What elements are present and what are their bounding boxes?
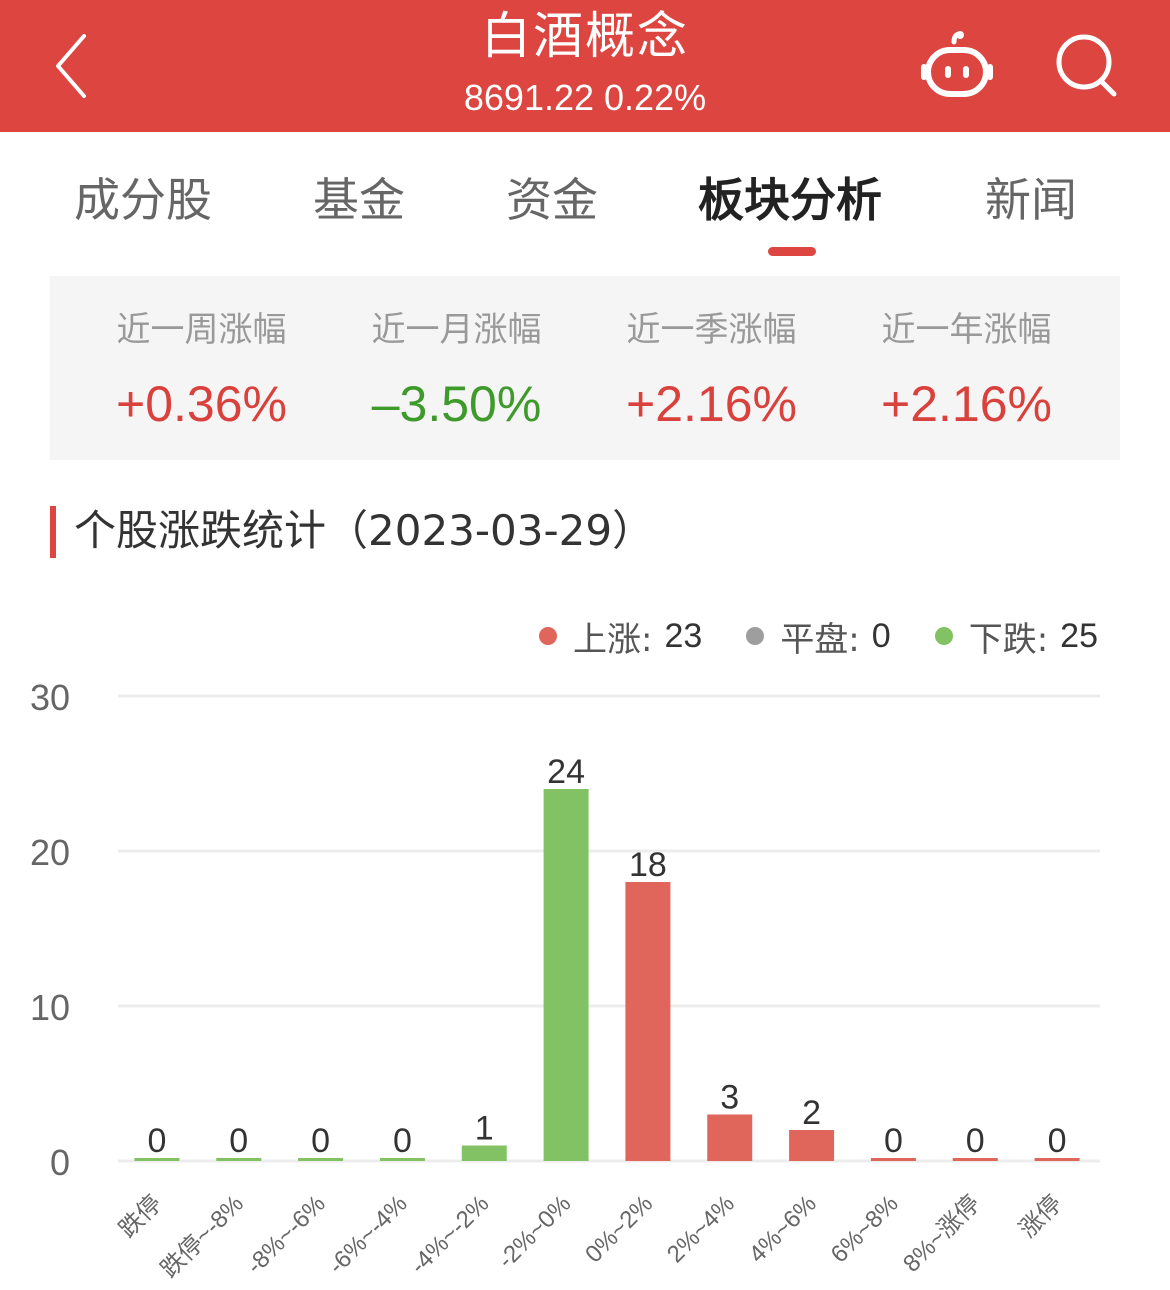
y-tick-label: 30 bbox=[30, 677, 70, 718]
bar-value-label: 0 bbox=[311, 1122, 330, 1160]
perf-week-value: +0.36% bbox=[116, 376, 287, 432]
bar[interactable] bbox=[789, 1130, 835, 1161]
tab-bar: 成分股 基金 资金 板块分析 新闻 bbox=[0, 140, 1170, 260]
chart-legend: 上涨: 23 平盘: 0 下跌: 25 bbox=[495, 612, 1098, 660]
perf-year: 近一年涨幅 +2.16% bbox=[839, 276, 1094, 460]
perf-quarter-value: +2.16% bbox=[626, 376, 797, 432]
search-button[interactable] bbox=[1052, 32, 1122, 98]
x-tick-label: 0%~2% bbox=[580, 1190, 658, 1268]
bar-value-label: 24 bbox=[547, 753, 585, 791]
x-tick-label: 8%~涨停 bbox=[898, 1190, 985, 1277]
performance-summary: 近一周涨幅 +0.36% 近一月涨幅 –3.50% 近一季涨幅 +2.16% 近… bbox=[50, 276, 1120, 460]
tab-constituents[interactable]: 成分股 bbox=[74, 170, 212, 230]
legend-down-label: 下跌: bbox=[968, 619, 1049, 660]
bar-value-label: 2 bbox=[802, 1094, 821, 1132]
perf-quarter-label: 近一季涨幅 bbox=[626, 310, 797, 350]
x-tick-label: 跌停 bbox=[114, 1190, 167, 1243]
legend-flat[interactable]: 平盘: 0 bbox=[746, 612, 891, 661]
section-title: 个股涨跌统计（2023-03-29） bbox=[74, 506, 655, 555]
bar-value-label: 18 bbox=[629, 846, 667, 884]
perf-month: 近一月涨幅 –3.50% bbox=[329, 276, 584, 460]
bar[interactable] bbox=[625, 882, 671, 1161]
bar-value-label: 0 bbox=[884, 1122, 903, 1160]
search-icon bbox=[1056, 34, 1117, 97]
legend-flat-value: 0 bbox=[871, 616, 891, 655]
tab-funds[interactable]: 基金 bbox=[313, 170, 405, 230]
legend-down-dot-icon bbox=[934, 627, 953, 645]
perf-month-value: –3.50% bbox=[371, 376, 542, 432]
bar-value-label: 3 bbox=[720, 1079, 739, 1117]
x-tick-label: -4%~-2% bbox=[405, 1190, 494, 1279]
bar-value-label: 1 bbox=[475, 1110, 494, 1148]
x-tick-label: -2%~0% bbox=[493, 1190, 577, 1274]
tab-sector-analysis[interactable]: 板块分析 bbox=[698, 170, 882, 230]
legend-up-dot-icon bbox=[539, 627, 558, 645]
x-tick-label: 4%~6% bbox=[744, 1190, 822, 1268]
bar-value-label: 0 bbox=[393, 1122, 412, 1160]
legend-up-value: 23 bbox=[664, 616, 703, 655]
perf-quarter: 近一季涨幅 +2.16% bbox=[584, 276, 839, 460]
tab-capital-flow[interactable]: 资金 bbox=[506, 170, 598, 230]
distribution-bar-chart: 01020300跌停0跌停~-8%0-8%~-6%0-6%~-4%1-4%~-2… bbox=[30, 677, 1100, 1283]
y-tick-label: 10 bbox=[30, 987, 70, 1028]
robot-assistant-button[interactable] bbox=[918, 30, 996, 100]
bar[interactable] bbox=[543, 789, 589, 1161]
x-tick-label: 跌停~-8% bbox=[156, 1190, 249, 1283]
section-accent-bar bbox=[50, 506, 56, 558]
bar[interactable] bbox=[707, 1114, 753, 1162]
active-tab-indicator bbox=[768, 247, 816, 256]
x-tick-label: 涨停 bbox=[1014, 1190, 1067, 1243]
bar-value-label: 0 bbox=[1048, 1122, 1067, 1160]
legend-down[interactable]: 下跌: 25 bbox=[934, 612, 1098, 661]
header-bar: 白酒概念 8691.22 0.22% bbox=[0, 0, 1170, 132]
bar-value-label: 0 bbox=[229, 1122, 248, 1160]
x-tick-label: -6%~-4% bbox=[323, 1190, 412, 1279]
x-tick-label: 2%~4% bbox=[662, 1190, 740, 1268]
perf-week: 近一周涨幅 +0.36% bbox=[74, 276, 329, 460]
x-tick-label: -8%~-6% bbox=[241, 1190, 330, 1279]
legend-flat-dot-icon bbox=[746, 627, 765, 645]
robot-assistant-icon bbox=[921, 31, 993, 97]
bar[interactable] bbox=[461, 1145, 507, 1162]
x-tick-label: 6%~8% bbox=[826, 1190, 904, 1268]
tab-news[interactable]: 新闻 bbox=[985, 170, 1077, 230]
legend-down-value: 25 bbox=[1060, 616, 1098, 655]
y-tick-label: 0 bbox=[50, 1142, 70, 1183]
legend-flat-label: 平盘: bbox=[780, 619, 860, 660]
y-tick-label: 20 bbox=[30, 832, 70, 873]
perf-year-value: +2.16% bbox=[881, 376, 1052, 432]
bar-value-label: 0 bbox=[966, 1122, 985, 1160]
perf-week-label: 近一周涨幅 bbox=[116, 310, 287, 350]
legend-up[interactable]: 上涨: 23 bbox=[539, 612, 702, 661]
bar-value-label: 0 bbox=[147, 1122, 166, 1160]
perf-year-label: 近一年涨幅 bbox=[881, 310, 1052, 350]
perf-month-label: 近一月涨幅 bbox=[371, 310, 542, 350]
legend-up-label: 上涨: bbox=[573, 619, 653, 660]
